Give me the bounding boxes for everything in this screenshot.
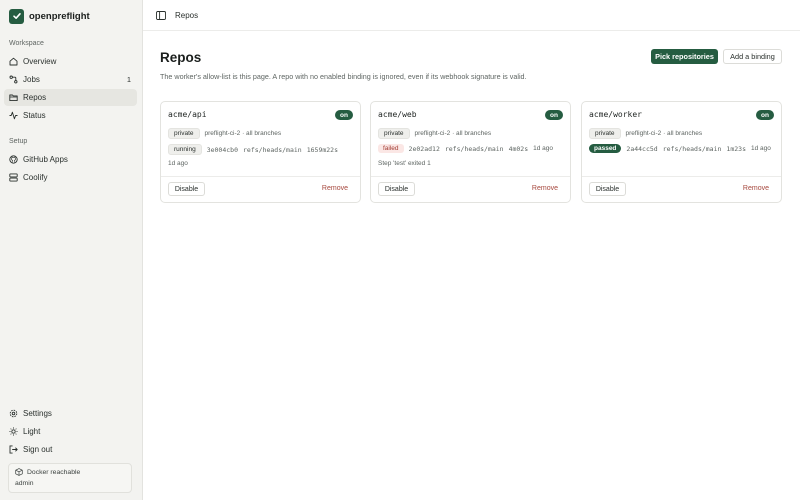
job-status-badge: running bbox=[168, 144, 202, 155]
binding-info: preflight-ci-2 · all branches bbox=[414, 130, 492, 137]
sidebar-item-label: Overview bbox=[23, 57, 57, 66]
page-title: Repos bbox=[160, 50, 202, 65]
docker-status-text: Docker reachable bbox=[27, 468, 81, 476]
link-icon bbox=[9, 75, 18, 84]
repo-name: acme/web bbox=[378, 110, 417, 119]
visibility-badge: private bbox=[378, 128, 410, 139]
disable-button[interactable]: Disable bbox=[589, 182, 626, 196]
job-status-badge: passed bbox=[589, 144, 622, 153]
job-status-badge: failed bbox=[378, 144, 404, 153]
home-icon bbox=[9, 57, 18, 66]
job-duration: 1659m22s bbox=[306, 145, 339, 154]
jobs-count-badge: 1 bbox=[126, 75, 131, 84]
remove-button[interactable]: Remove bbox=[532, 185, 558, 192]
remove-button[interactable]: Remove bbox=[743, 185, 769, 192]
repo-card: acme/worker on private preflight-ci-2 · … bbox=[581, 101, 782, 203]
connection-status-panel: Docker reachable admin bbox=[8, 463, 132, 493]
remove-button[interactable]: Remove bbox=[322, 185, 348, 192]
binding-info: preflight-ci-2 · all branches bbox=[625, 130, 703, 137]
sidebar-item-theme-light[interactable]: Light bbox=[4, 423, 137, 440]
add-binding-button[interactable]: Add a binding bbox=[723, 49, 782, 64]
brand[interactable]: openpreflight bbox=[9, 8, 90, 24]
github-icon bbox=[9, 155, 18, 164]
sidebar-item-jobs[interactable]: Jobs 1 bbox=[4, 71, 137, 88]
section-label-workspace: Workspace bbox=[9, 40, 44, 47]
topbar: Repos bbox=[143, 0, 800, 31]
page-subtitle: The worker's allow-list is this page. A … bbox=[160, 72, 527, 81]
git-ref: refs/heads/main bbox=[444, 144, 504, 153]
binding-info: preflight-ci-2 · all branches bbox=[204, 130, 282, 137]
sun-icon bbox=[9, 427, 18, 436]
breadcrumb: Repos bbox=[175, 11, 199, 20]
sidebar-item-label: Settings bbox=[23, 409, 52, 418]
commit-sha: 2a44cc5d bbox=[626, 144, 658, 153]
job-message: Step 'test' exited 1 bbox=[378, 160, 431, 167]
sidebar-toggle-icon[interactable] bbox=[156, 11, 166, 20]
app-name: openpreflight bbox=[29, 10, 90, 22]
git-ref: refs/heads/main bbox=[243, 145, 302, 154]
box-icon bbox=[15, 468, 23, 476]
repo-card: acme/web on private preflight-ci-2 · all… bbox=[370, 101, 571, 203]
sidebar-item-label: Jobs bbox=[23, 75, 40, 84]
disable-button[interactable]: Disable bbox=[168, 182, 205, 196]
sidebar-item-repos[interactable]: Repos bbox=[4, 89, 137, 106]
sign-out-icon bbox=[9, 445, 18, 454]
activity-icon bbox=[9, 111, 18, 120]
repo-name: acme/api bbox=[168, 110, 207, 119]
sidebar-item-label: Sign out bbox=[23, 445, 53, 454]
enabled-toggle[interactable]: on bbox=[756, 110, 774, 120]
job-age: 1d ago bbox=[168, 160, 188, 167]
sidebar: openpreflight Workspace Overview Jobs 1 … bbox=[0, 0, 143, 500]
sidebar-item-label: Coolify bbox=[23, 173, 48, 182]
card-divider bbox=[371, 176, 570, 177]
sidebar-item-label: Light bbox=[23, 427, 41, 436]
card-divider bbox=[161, 176, 360, 177]
job-duration: 4m02s bbox=[508, 144, 529, 153]
sidebar-item-label: Repos bbox=[23, 93, 47, 102]
checkmark-logo-icon bbox=[9, 8, 24, 24]
visibility-badge: private bbox=[589, 128, 621, 139]
sidebar-item-github-apps[interactable]: GitHub Apps bbox=[4, 151, 137, 168]
sidebar-item-label: GitHub Apps bbox=[23, 155, 68, 164]
repo-name: acme/worker bbox=[589, 110, 642, 119]
current-user: admin bbox=[15, 480, 34, 487]
gear-icon bbox=[9, 409, 18, 418]
section-label-setup: Setup bbox=[9, 138, 28, 145]
sidebar-item-coolify[interactable]: Coolify bbox=[4, 169, 137, 186]
sidebar-item-sign-out[interactable]: Sign out bbox=[4, 441, 137, 458]
sidebar-item-status[interactable]: Status bbox=[4, 107, 137, 124]
job-duration: 1m23s bbox=[726, 144, 746, 153]
visibility-badge: private bbox=[168, 128, 200, 139]
enabled-toggle[interactable]: on bbox=[545, 110, 563, 120]
git-ref: refs/heads/main bbox=[662, 144, 722, 153]
server-icon bbox=[9, 173, 18, 182]
enabled-toggle[interactable]: on bbox=[335, 110, 353, 120]
folder-icon bbox=[9, 93, 18, 102]
disable-button[interactable]: Disable bbox=[378, 182, 415, 196]
card-divider bbox=[582, 176, 781, 177]
commit-sha: 3e004cb0 bbox=[206, 145, 238, 154]
sidebar-item-settings[interactable]: Settings bbox=[4, 405, 137, 422]
sidebar-item-overview[interactable]: Overview bbox=[4, 53, 137, 70]
commit-sha: 2e02ad12 bbox=[408, 144, 440, 153]
pick-repositories-button[interactable]: Pick repositories bbox=[651, 49, 718, 64]
repo-card: acme/api on private preflight-ci-2 · all… bbox=[160, 101, 361, 203]
job-age: 1d ago bbox=[533, 145, 554, 152]
sidebar-item-label: Status bbox=[23, 111, 46, 120]
job-age: 1d ago bbox=[751, 145, 771, 152]
